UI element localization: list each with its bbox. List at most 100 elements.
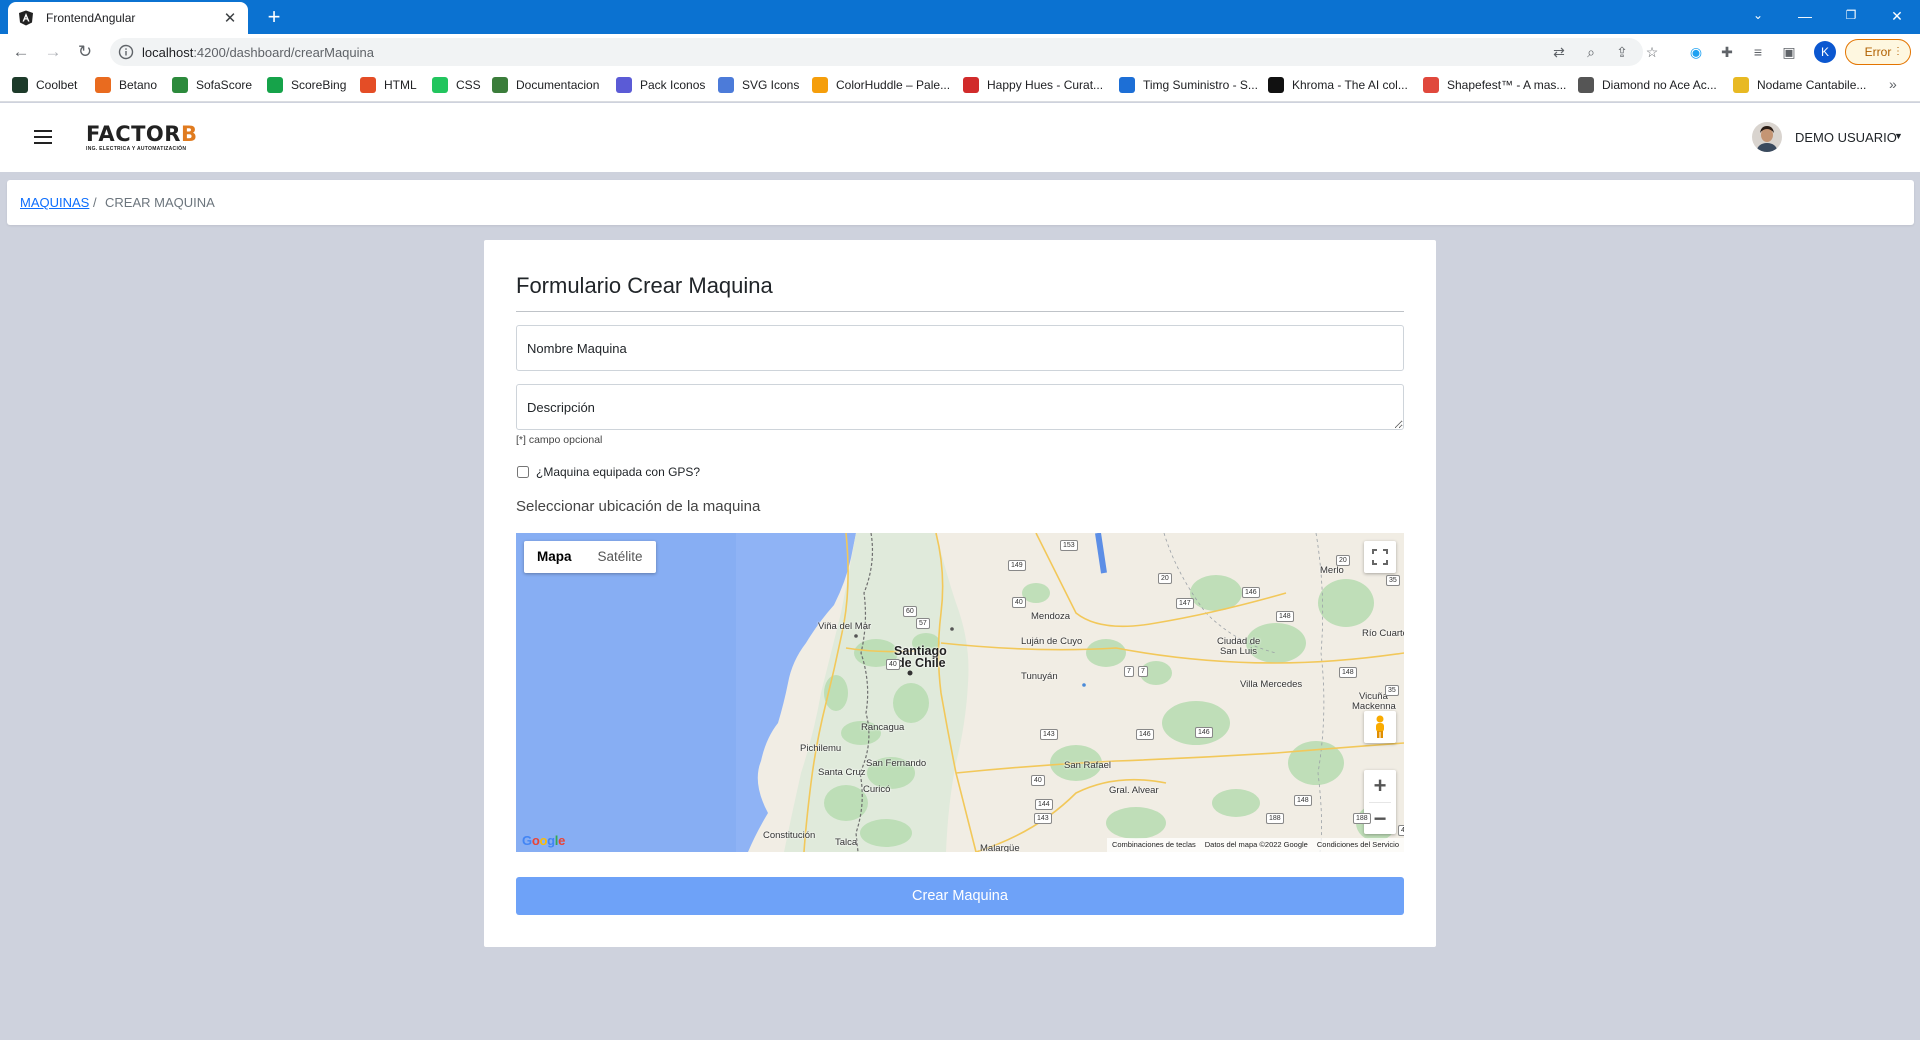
- back-arrow-icon[interactable]: ←: [11, 42, 31, 62]
- bookmark-item[interactable]: CSS: [432, 77, 481, 93]
- menu-kebab-icon[interactable]: ⋮: [1893, 46, 1903, 57]
- bookmark-item[interactable]: Documentacion: [492, 77, 599, 93]
- site-info-icon[interactable]: [118, 44, 134, 60]
- puzzle-icon[interactable]: ✚: [1717, 42, 1737, 62]
- bookmarks-overflow-icon[interactable]: »: [1889, 76, 1897, 92]
- machine-name-input[interactable]: [516, 325, 1404, 371]
- caret-down-icon[interactable]: ▼: [1894, 131, 1903, 141]
- map-city-label: Talca: [835, 837, 858, 848]
- browser-tabstrip: FrontendAngular ✕ + ⌄ — ❐ ✕: [0, 0, 1920, 34]
- pegman-icon[interactable]: [1364, 711, 1396, 743]
- route-shield: 60: [903, 606, 917, 617]
- bookmark-favicon-icon: [1423, 77, 1439, 93]
- bookmark-item[interactable]: Timg Suministro - S...: [1119, 77, 1258, 93]
- app-header: FACTORB ING. ELECTRICA Y AUTOMATIZACIÓN …: [0, 103, 1920, 172]
- route-shield: 147: [1176, 598, 1194, 609]
- bookmark-label: CSS: [456, 78, 481, 92]
- route-shield: 7: [1138, 666, 1148, 677]
- route-shield: 146: [1242, 587, 1260, 598]
- gps-checkbox-label[interactable]: ¿Maquina equipada con GPS?: [536, 465, 700, 479]
- bookmark-item[interactable]: SVG Icons: [718, 77, 799, 93]
- profile-avatar[interactable]: K: [1814, 41, 1836, 63]
- bookmark-label: SVG Icons: [742, 78, 800, 92]
- zoom-control: + −: [1364, 770, 1396, 834]
- reading-list-icon[interactable]: ≡: [1748, 42, 1768, 62]
- create-machine-card: Formulario Crear Maquina [*] campo opcio…: [484, 240, 1436, 947]
- hamburger-menu-icon[interactable]: [34, 130, 52, 144]
- map-city-label: San Luis: [1220, 646, 1257, 657]
- close-window-icon[interactable]: ✕: [1887, 8, 1907, 25]
- extension-icon[interactable]: ◉: [1686, 42, 1706, 62]
- map-city-label: San Fernando: [866, 758, 927, 769]
- bookmark-item[interactable]: HTML: [360, 77, 417, 93]
- bookmark-item[interactable]: Diamond no Ace Ac...: [1578, 77, 1717, 93]
- location-map[interactable]: Mapa Satélite + − Viña del Mar Santiago de…: [516, 533, 1404, 852]
- bookmark-favicon-icon: [12, 77, 28, 93]
- bookmark-favicon-icon: [963, 77, 979, 93]
- map-city-label: Santa Cruz: [818, 767, 866, 778]
- bookmark-favicon-icon: [360, 77, 376, 93]
- browser-tab[interactable]: FrontendAngular ✕: [8, 2, 248, 34]
- side-panel-icon[interactable]: ▣: [1779, 42, 1799, 62]
- bookmark-item[interactable]: Betano: [95, 77, 157, 93]
- route-shield: 148: [1339, 667, 1357, 678]
- translate-icon[interactable]: ⇄: [1550, 43, 1568, 61]
- map-type-map-button[interactable]: Mapa: [524, 541, 585, 573]
- map-section-label: Seleccionar ubicación de la maquina: [516, 498, 761, 515]
- bookmark-favicon-icon: [95, 77, 111, 93]
- bookmark-item[interactable]: Pack Iconos: [616, 77, 705, 93]
- bookmark-item[interactable]: Khroma - The AI col...: [1268, 77, 1408, 93]
- bookmark-item[interactable]: ScoreBing: [267, 77, 346, 93]
- fullscreen-icon[interactable]: [1364, 541, 1396, 573]
- bookmark-label: SofaScore: [196, 78, 253, 92]
- share-icon[interactable]: ⇪: [1613, 43, 1631, 61]
- route-shield: 188: [1266, 813, 1284, 824]
- map-city-label: Viña del Mar: [818, 621, 872, 632]
- map-footer-shortcuts[interactable]: Combinaciones de teclas: [1112, 838, 1196, 852]
- factorb-logo[interactable]: FACTORB ING. ELECTRICA Y AUTOMATIZACIÓN: [86, 123, 197, 152]
- zoom-in-icon[interactable]: +: [1364, 770, 1396, 802]
- user-avatar[interactable]: [1752, 122, 1782, 152]
- bookmark-item[interactable]: Nodame Cantabile...: [1733, 77, 1866, 93]
- breadcrumb-link-maquinas[interactable]: MAQUINAS: [20, 195, 89, 210]
- bookmark-star-icon[interactable]: ☆: [1643, 43, 1661, 61]
- forward-arrow-icon[interactable]: →: [43, 42, 63, 62]
- bookmark-item[interactable]: Coolbet: [12, 77, 77, 93]
- map-terrain: [516, 533, 1404, 852]
- bookmark-item[interactable]: SofaScore: [172, 77, 252, 93]
- route-shield: 40: [1398, 825, 1404, 836]
- map-city-label: Pichilemu: [800, 743, 842, 754]
- route-shield: 7: [1124, 666, 1134, 677]
- bookmark-label: Shapefest™ - A mas...: [1447, 78, 1567, 92]
- zoom-icon[interactable]: ⌕: [1582, 43, 1600, 61]
- user-name[interactable]: DEMO USUARIO: [1795, 130, 1897, 145]
- bookmark-item[interactable]: ColorHuddle – Pale...: [812, 77, 950, 93]
- map-type-satellite-button[interactable]: Satélite: [585, 541, 656, 573]
- url-text: localhost:4200/dashboard/crearMaquina: [142, 45, 374, 60]
- bookmark-item[interactable]: Shapefest™ - A mas...: [1423, 77, 1566, 93]
- tab-search-icon[interactable]: ⌄: [1748, 8, 1768, 22]
- address-bar[interactable]: localhost:4200/dashboard/crearMaquina ⇄ …: [110, 38, 1658, 66]
- minimize-icon[interactable]: —: [1795, 8, 1815, 24]
- reload-icon[interactable]: ↻: [75, 42, 95, 62]
- route-shield: 148: [1294, 795, 1312, 806]
- optional-field-hint: [*] campo opcional: [516, 434, 603, 446]
- bookmark-favicon-icon: [812, 77, 828, 93]
- new-tab-button[interactable]: +: [262, 6, 286, 30]
- route-shield: 40: [1012, 597, 1026, 608]
- map-city-label: Luján de Cuyo: [1021, 636, 1083, 647]
- bookmark-item[interactable]: Happy Hues - Curat...: [963, 77, 1103, 93]
- close-tab-icon[interactable]: ✕: [222, 9, 238, 27]
- browser-toolbar: ← → ↻ localhost:4200/dashboard/crearMaqu…: [0, 34, 1920, 70]
- description-textarea[interactable]: [516, 384, 1404, 430]
- breadcrumb-current: CREAR MAQUINA: [105, 195, 215, 210]
- create-machine-button[interactable]: Crear Maquina: [516, 877, 1404, 915]
- bookmark-label: Coolbet: [36, 78, 78, 92]
- gps-checkbox[interactable]: [517, 466, 529, 478]
- restore-icon[interactable]: ❐: [1841, 8, 1861, 22]
- bookmark-label: Happy Hues - Curat...: [987, 78, 1104, 92]
- map-footer-terms[interactable]: Condiciones del Servicio: [1317, 838, 1399, 852]
- map-city-label: Mackenna: [1352, 701, 1396, 712]
- form-title: Formulario Crear Maquina: [516, 273, 773, 298]
- route-shield: 153: [1060, 540, 1078, 551]
